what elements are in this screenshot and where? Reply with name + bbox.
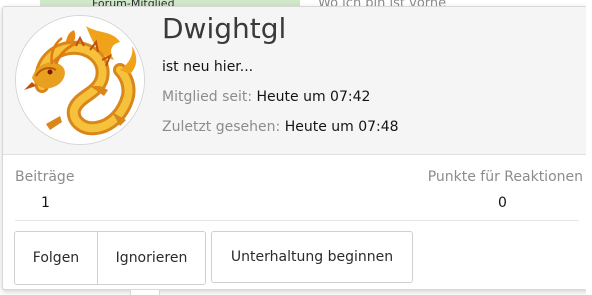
posts-label: Beiträge [15, 169, 75, 185]
dragon-avatar-icon [16, 16, 144, 144]
joined-value: Heute um 07:42 [256, 89, 371, 105]
background-right-edge [586, 0, 592, 294]
reaction-points-value: 0 [498, 195, 507, 211]
follow-button[interactable]: Folgen [15, 232, 98, 284]
username[interactable]: Dwightgl [162, 12, 286, 45]
follow-ignore-button-group: Folgen Ignorieren [14, 231, 206, 285]
user-title: ist neu hier... [162, 59, 254, 75]
ignore-button[interactable]: Ignorieren [98, 232, 205, 284]
tooltip-arrow [130, 289, 160, 295]
last-seen-label: Zuletzt gesehen: [162, 119, 281, 135]
joined-info: Mitglied seit: Heute um 07:42 [162, 89, 370, 105]
joined-label: Mitglied seit: [162, 89, 253, 105]
divider [15, 220, 579, 221]
posts-value[interactable]: 1 [41, 195, 50, 211]
reaction-points-label: Punkte für Reaktionen [427, 169, 583, 185]
last-seen-value: Heute um 07:48 [284, 119, 399, 135]
last-seen-info: Zuletzt gesehen: Heute um 07:48 [162, 119, 399, 135]
avatar[interactable] [15, 15, 145, 145]
member-tooltip-card: Dwightgl ist neu hier... Mitglied seit: … [2, 6, 590, 290]
start-conversation-button[interactable]: Unterhaltung beginnen [211, 231, 413, 283]
member-header: Dwightgl ist neu hier... Mitglied seit: … [3, 7, 589, 155]
